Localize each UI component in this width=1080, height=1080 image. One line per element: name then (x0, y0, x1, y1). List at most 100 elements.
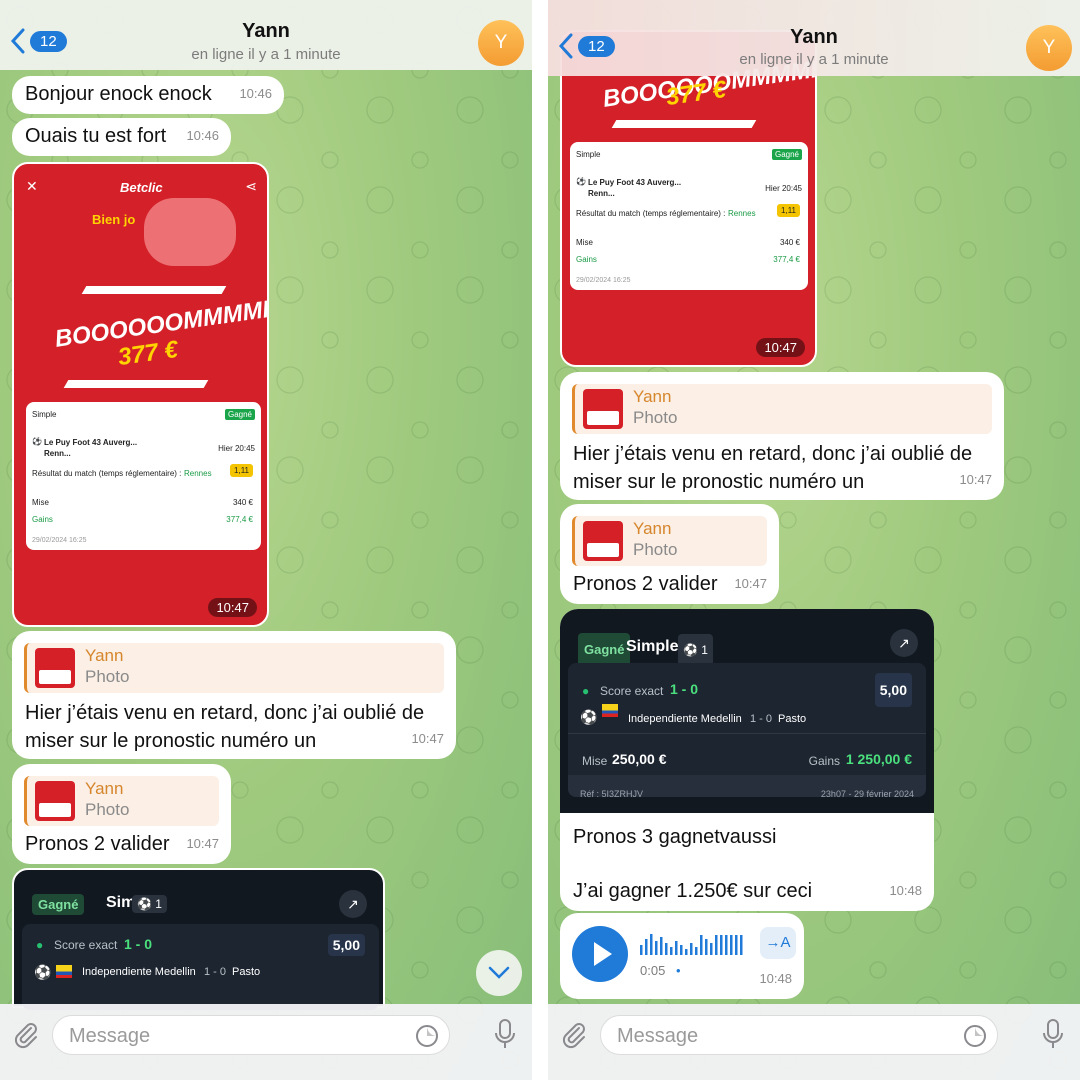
microphone-icon[interactable] (1042, 1018, 1064, 1050)
soccer-ball-icon: ⚽ (137, 897, 152, 911)
message-text: Pronos 3 gagnetvaussi (573, 826, 777, 848)
odds-badge: 1,11 (230, 464, 253, 477)
bet-count: ⚽ 1 (678, 634, 713, 666)
message-text: Ouais tu est fort (25, 125, 167, 147)
reply-thumbnail (35, 648, 75, 688)
microphone-icon[interactable] (494, 1018, 516, 1050)
check-icon: ● (36, 938, 44, 952)
avatar[interactable]: Y (1026, 25, 1072, 71)
match-date: Hier 20:45 (765, 184, 802, 193)
reply-preview[interactable]: Yann Photo (572, 516, 767, 566)
sticker-icon[interactable] (415, 1024, 439, 1048)
scroll-down-button[interactable] (476, 950, 522, 996)
soccer-ball-icon: ⚽ (32, 437, 42, 446)
colombia-flag-icon (56, 965, 72, 978)
waveform-icon (640, 934, 743, 955)
contact-status: en ligne il y a 1 minute (191, 46, 341, 63)
play-button[interactable] (572, 926, 628, 982)
bet-count-value: 1 (701, 643, 708, 657)
contact-name[interactable]: Yann (548, 26, 1080, 49)
check-icon: ● (582, 684, 590, 698)
avatar[interactable]: Y (478, 20, 524, 66)
reply-author: Yann (85, 646, 124, 665)
stake-label: Mise (32, 498, 49, 507)
reply-message-bubble[interactable]: Yann Photo Hier j’étais venu en retard, … (12, 631, 456, 759)
odds-badge: 5,00 (327, 934, 365, 956)
gains-value: 1 250,00 € (845, 751, 912, 767)
reply-message-bubble[interactable]: Yann Photo Hier j’étais venu en retard, … (560, 372, 1004, 500)
photo-message[interactable]: BOOOOOOMMMMM 377 € Simple Gagné ⚽ Le Puy… (560, 30, 817, 367)
message-text: Hier j’étais venu en retard, donc j’ai o… (573, 443, 973, 493)
message-bubble[interactable]: Bonjour enock enock 10:46 (12, 76, 284, 114)
reply-author: Yann (85, 779, 124, 798)
pick-label: Rennes (728, 209, 756, 218)
voice-message-bubble[interactable]: 0:05 • →A 10:48 (560, 913, 804, 999)
divider (568, 733, 926, 734)
attachment-icon[interactable] (560, 1020, 588, 1050)
score-label: Score exact (600, 684, 664, 698)
status-badge: Gagné (578, 633, 631, 667)
reply-preview[interactable]: Yann Photo (24, 776, 219, 826)
photo-greeting: Bien jo (92, 212, 136, 227)
betclic-logo: Betclic (120, 180, 163, 195)
message-time: 10:47 (411, 731, 444, 746)
chevron-down-icon (488, 966, 510, 979)
score-label: Score exact (54, 938, 118, 952)
message-input[interactable]: Message (52, 1015, 450, 1055)
stake-value: 250,00 € (612, 751, 667, 767)
soccer-ball-icon: ⚽ (576, 177, 586, 186)
photo-message[interactable]: ✕ Betclic ⋖ Bien jo BOOOOOOMMMMM 377 € S… (12, 162, 269, 627)
decor-stripe (81, 286, 227, 294)
message-time: 10:48 (759, 971, 792, 986)
decor-stripe (63, 380, 209, 388)
placed-date: 29/02/2024 16:25 (576, 277, 631, 284)
reply-preview[interactable]: Yann Photo (24, 643, 444, 693)
match-name: Le Puy Foot 43 Auverg... Renn... (588, 178, 682, 198)
message-text: J’ai gagner 1.250€ sur ceci (573, 880, 813, 902)
stake-value: 340 € (232, 498, 253, 507)
match-name: Le Puy Foot 43 Auverg... Renn... (44, 438, 138, 458)
share-icon: ↗ (890, 629, 918, 657)
bet-card: Simple Gagné ⚽ Le Puy Foot 43 Auverg... … (26, 402, 261, 550)
bet-placed-time: 23h07 - 29 février 2024 (820, 789, 914, 799)
gains-value: 377,4 € (773, 255, 800, 264)
attachment-icon[interactable] (12, 1020, 40, 1050)
unplayed-dot-icon: • (676, 963, 681, 978)
status-badge: Gagné (224, 409, 255, 420)
home-team: Independiente Medellin (628, 713, 742, 725)
away-team: Pasto (232, 966, 261, 978)
gains-label: Gains (576, 255, 597, 264)
message-time: 10:47 (186, 836, 219, 851)
photo-caption-bubble[interactable]: Gagné Simple ⚽ 1 ↗ ● Score exact 1 - 0 5… (560, 609, 934, 911)
message-input[interactable]: Message (600, 1015, 998, 1055)
photo-message[interactable]: Gagné Simple ⚽ 1 ↗ ● Score exact 1 - 0 5… (12, 868, 385, 1010)
voice-duration: 0:05 (640, 963, 666, 978)
message-time: 10:48 (889, 883, 922, 898)
reply-author: Yann (633, 387, 672, 406)
message-bubble[interactable]: Ouais tu est fort 10:46 (12, 118, 231, 156)
bet-detail-panel: ● Score exact 1 - 0 5,00 ⚽ Independiente… (568, 663, 926, 799)
reply-thumbnail (35, 781, 75, 821)
reply-preview[interactable]: Yann Photo (572, 384, 992, 434)
message-time: 10:46 (239, 86, 272, 101)
sticker-icon[interactable] (963, 1024, 987, 1048)
share-icon: ↗ (339, 890, 367, 918)
bet-reference: Réf : 5I3ZRHJV (580, 789, 644, 799)
odds-badge: 5,00 (874, 673, 912, 707)
share-icon: ⋖ (245, 178, 257, 194)
soccer-ball-icon: ⚽ (683, 643, 698, 657)
reply-message-bubble[interactable]: Yann Photo Pronos 2 valider 10:47 (12, 764, 231, 864)
stake-label: Mise (576, 238, 593, 247)
reply-thumbnail (583, 521, 623, 561)
photo-message[interactable]: Gagné Simple ⚽ 1 ↗ ● Score exact 1 - 0 5… (560, 609, 934, 813)
soccer-ball-icon: ⚽ (580, 709, 598, 725)
match-result: 1 - 0 (750, 713, 773, 725)
stake-value: 340 € (779, 238, 800, 247)
message-composer: Message (0, 1004, 532, 1080)
transcribe-button[interactable]: →A (760, 927, 796, 959)
message-time: 10:47 (959, 472, 992, 487)
contact-status: en ligne il y a 1 minute (739, 51, 889, 68)
reply-message-bubble[interactable]: Yann Photo Pronos 2 valider 10:47 (560, 504, 779, 604)
contact-name[interactable]: Yann (0, 20, 532, 43)
gains-value: 377,4 € (226, 515, 253, 524)
